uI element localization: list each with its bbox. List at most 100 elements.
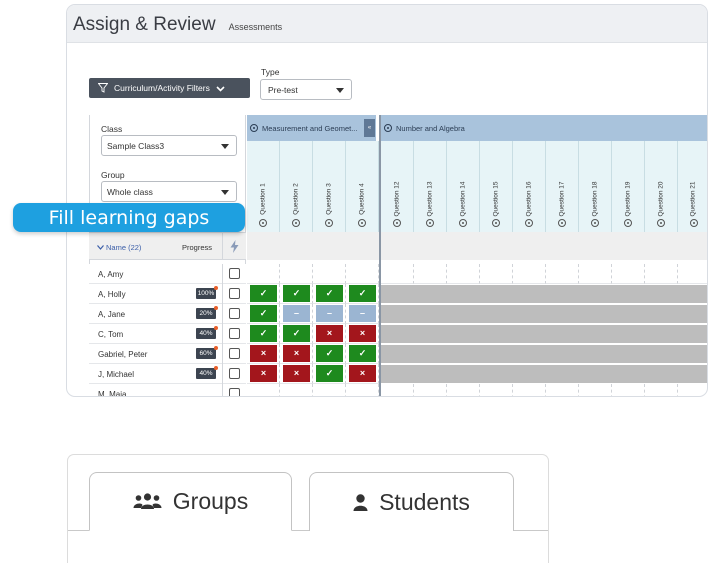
grid-cell[interactable]: × [346, 324, 379, 344]
row-checkbox[interactable] [229, 308, 240, 319]
question-info-icon[interactable] [259, 219, 267, 227]
question-header[interactable]: Question 16 [513, 141, 546, 232]
grid-cell[interactable]: ✓ [313, 344, 346, 364]
grid-cell[interactable] [280, 384, 313, 396]
question-info-icon[interactable] [657, 219, 665, 227]
grid-cell[interactable] [513, 384, 546, 396]
grid-cell[interactable] [414, 384, 447, 396]
grid-cell[interactable]: – [280, 304, 313, 324]
grid-cell[interactable] [678, 384, 707, 396]
grid-cell[interactable] [579, 264, 612, 284]
question-header[interactable]: Question 21 [678, 141, 707, 232]
grid-cell[interactable]: ✓ [247, 324, 280, 344]
question-header[interactable]: Question 1 [247, 141, 280, 232]
grid-cell[interactable]: × [280, 344, 313, 364]
sort-by-name[interactable]: Name (22) [97, 243, 141, 252]
question-header[interactable]: Question 15 [480, 141, 513, 232]
grid-cell[interactable]: × [280, 364, 313, 384]
strand-number-algebra[interactable]: Number and Algebra [381, 115, 707, 141]
group-select[interactable]: Whole class [101, 181, 237, 202]
grid-cell[interactable] [313, 384, 346, 396]
curriculum-filter-button[interactable]: Curriculum/Activity Filters [89, 78, 250, 98]
grid-cell[interactable]: ✓ [280, 324, 313, 344]
question-header[interactable]: Question 14 [447, 141, 480, 232]
type-select[interactable]: Pre-test [260, 79, 352, 100]
grid-cell[interactable] [579, 384, 612, 396]
grid-cell[interactable] [678, 264, 707, 284]
question-header[interactable]: Question 19 [612, 141, 645, 232]
grid-cell[interactable]: – [346, 304, 379, 324]
student-row[interactable]: A, Jane 20% [89, 304, 246, 324]
question-info-icon[interactable] [292, 219, 300, 227]
grid-cell[interactable] [480, 384, 513, 396]
row-checkbox[interactable] [229, 368, 240, 379]
question-header[interactable]: Question 2 [280, 141, 313, 232]
question-info-icon[interactable] [358, 219, 366, 227]
question-info-icon[interactable] [325, 219, 333, 227]
grid-cell[interactable] [546, 384, 579, 396]
question-info-icon[interactable] [624, 219, 632, 227]
grid-cell[interactable]: × [346, 364, 379, 384]
question-info-icon[interactable] [459, 219, 467, 227]
grid-cell[interactable] [513, 264, 546, 284]
grid-cell[interactable] [645, 384, 678, 396]
student-row[interactable]: A, Amy [89, 264, 246, 284]
grid-cell[interactable] [414, 264, 447, 284]
row-checkbox[interactable] [229, 268, 240, 279]
class-select[interactable]: Sample Class3 [101, 135, 237, 156]
grid-cell[interactable]: – [313, 304, 346, 324]
student-row[interactable]: J, Michael 40% [89, 364, 246, 384]
question-info-icon[interactable] [558, 219, 566, 227]
grid-cell[interactable] [645, 264, 678, 284]
grid-cell[interactable] [480, 264, 513, 284]
grid-cell[interactable]: ✓ [280, 284, 313, 304]
question-info-icon[interactable] [525, 219, 533, 227]
student-row[interactable]: Gabriel, Peter 60% [89, 344, 246, 364]
question-header[interactable]: Question 3 [313, 141, 346, 232]
grid-cell[interactable] [381, 384, 414, 396]
row-checkbox[interactable] [229, 288, 240, 299]
question-info-icon[interactable] [690, 219, 698, 227]
question-header[interactable]: Question 20 [645, 141, 678, 232]
grid-cell[interactable]: × [313, 324, 346, 344]
grid-cell[interactable] [381, 264, 414, 284]
grid-cell[interactable] [346, 264, 379, 284]
student-row[interactable]: A, Holly 100% [89, 284, 246, 304]
question-header[interactable]: Question 13 [414, 141, 447, 232]
strand-measurement[interactable]: Measurement and Geomet... [247, 115, 376, 141]
grid-cell[interactable]: ✓ [313, 284, 346, 304]
question-info-icon[interactable] [591, 219, 599, 227]
lightning-icon[interactable] [222, 232, 246, 260]
grid-cell[interactable]: ✓ [247, 284, 280, 304]
tab-students[interactable]: Students [309, 472, 514, 531]
grid-cell[interactable] [447, 384, 480, 396]
collapse-strand-button[interactable]: « [364, 119, 375, 137]
grid-cell[interactable] [313, 264, 346, 284]
grid-cell[interactable] [612, 384, 645, 396]
grid-cell[interactable]: ✓ [346, 344, 379, 364]
question-info-icon[interactable] [426, 219, 434, 227]
student-row[interactable]: M, Maia [89, 384, 246, 396]
question-info-icon[interactable] [492, 219, 500, 227]
grid-cell[interactable] [247, 384, 280, 396]
grid-cell[interactable] [612, 264, 645, 284]
question-header[interactable]: Question 18 [579, 141, 612, 232]
grid-cell[interactable]: × [247, 344, 280, 364]
row-checkbox[interactable] [229, 328, 240, 339]
grid-cell[interactable] [447, 264, 480, 284]
question-info-icon[interactable] [393, 219, 401, 227]
grid-cell[interactable]: ✓ [247, 304, 280, 324]
grid-cell[interactable] [280, 264, 313, 284]
grid-cell[interactable]: × [247, 364, 280, 384]
question-header[interactable]: Question 4 [346, 141, 379, 232]
student-row[interactable]: C, Tom 40% [89, 324, 246, 344]
tab-groups[interactable]: Groups [89, 472, 292, 531]
grid-cell[interactable] [346, 384, 379, 396]
grid-cell[interactable] [247, 264, 280, 284]
grid-cell[interactable]: ✓ [313, 364, 346, 384]
question-header[interactable]: Question 12 [381, 141, 414, 232]
row-checkbox[interactable] [229, 388, 240, 396]
grid-cell[interactable] [546, 264, 579, 284]
grid-cell[interactable]: ✓ [346, 284, 379, 304]
row-checkbox[interactable] [229, 348, 240, 359]
